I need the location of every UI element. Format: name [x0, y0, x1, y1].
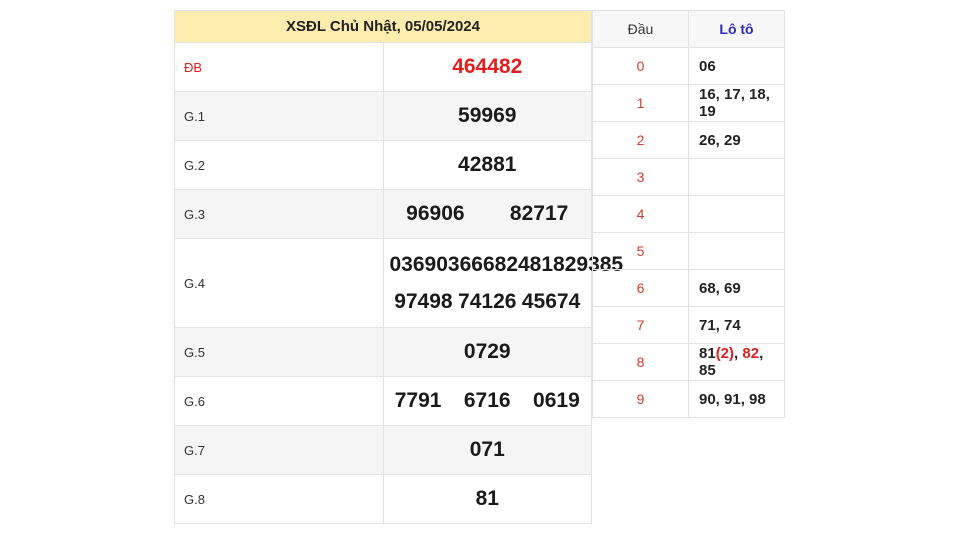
prize-label: G.7 — [174, 425, 384, 475]
prize-row-g7: G.7 071 — [174, 425, 592, 475]
prize-label: G.2 — [174, 140, 384, 190]
loto-header-row: Đầu Lô tô — [592, 10, 785, 48]
prize-label: G.6 — [174, 376, 384, 426]
loto-tails — [688, 195, 785, 233]
prize-number: 97498 — [394, 289, 453, 313]
loto-row: 8 81(2), 82, 85 — [592, 343, 785, 381]
loto-head: 9 — [592, 380, 689, 418]
loto-head: 3 — [592, 158, 689, 196]
prize-number: 03690 — [389, 252, 448, 276]
loto-row: 0 06 — [592, 47, 785, 85]
loto-head: 2 — [592, 121, 689, 159]
prize-number: 7791 — [394, 389, 442, 412]
prize-number: 0619 — [533, 389, 580, 412]
prize-number: 81 — [475, 487, 499, 510]
prize-values: 7791 6716 0619 — [382, 376, 592, 426]
loto-row: 9 90, 91, 98 — [592, 380, 785, 418]
prize-number: 74126 — [458, 289, 517, 313]
loto-tails: 16, 17, 18, 19 — [688, 84, 785, 122]
prize-number: 59969 — [458, 104, 517, 127]
prize-row-g4: G.4 03690 36668 24818 29385 97498 74126 … — [174, 238, 623, 328]
prize-number: 0729 — [463, 340, 511, 363]
prize-number: 42881 — [458, 153, 517, 176]
results-title: XSĐL Chủ Nhật, 05/05/2024 — [174, 10, 592, 43]
loto-head: 8 — [592, 343, 689, 381]
loto-head: 0 — [592, 47, 689, 85]
loto-tails: 68, 69 — [688, 269, 785, 307]
prize-row-g8: G.8 81 — [174, 474, 592, 524]
prize-values: 464482 — [382, 42, 592, 92]
loto-head: 5 — [592, 232, 689, 270]
loto-row: 7 71, 74 — [592, 306, 785, 344]
prize-number: 96906 — [406, 202, 465, 225]
prize-row-g5: G.5 0729 — [174, 327, 592, 377]
loto-table: Đầu Lô tô 0 06 1 16, 17, 18, 19 2 26, 29… — [592, 10, 785, 418]
prize-values: 59969 — [382, 91, 592, 141]
loto-row: 3 — [592, 158, 785, 196]
loto-head: 4 — [592, 195, 689, 233]
loto-tails — [688, 158, 785, 196]
prize-row-g1: G.1 59969 — [174, 91, 592, 141]
prize-label: G.8 — [174, 474, 384, 524]
loto-tails: 26, 29 — [688, 121, 785, 159]
loto-header-loto: Lô tô — [688, 10, 785, 48]
loto-tails: 81(2), 82, 85 — [688, 343, 785, 381]
prize-values: 42881 — [382, 140, 592, 190]
prize-label: G.1 — [174, 91, 384, 141]
prize-row-g6: G.6 7791 6716 0619 — [174, 376, 592, 426]
loto-tails: 90, 91, 98 — [688, 380, 785, 418]
loto-row: 2 26, 29 — [592, 121, 785, 159]
prize-number-special: 464482 — [452, 55, 523, 78]
prize-number: 24818 — [506, 252, 565, 276]
loto-header-dau: Đầu — [592, 10, 689, 48]
loto-row: 5 — [592, 232, 785, 270]
loto-head: 6 — [592, 269, 689, 307]
prize-row-special: ĐB 464482 — [174, 42, 592, 92]
prize-number: 071 — [469, 438, 505, 461]
prize-number: 45674 — [521, 289, 581, 313]
prize-values: 0729 — [382, 327, 592, 377]
prize-values: 81 — [382, 474, 592, 524]
loto-head: 7 — [592, 306, 689, 344]
prize-row-g2: G.2 42881 — [174, 140, 592, 190]
loto-tail-repeat: (2) — [715, 345, 735, 362]
prize-number: 36668 — [447, 252, 507, 276]
results-table: XSĐL Chủ Nhật, 05/05/2024 ĐB 464482 G.1 … — [174, 10, 623, 524]
loto-row: 1 16, 17, 18, 19 — [592, 84, 785, 122]
prize-number: 82717 — [509, 202, 569, 225]
prize-values: 96906 82717 — [382, 189, 592, 239]
loto-tails: 06 — [688, 47, 785, 85]
prize-values: 071 — [382, 425, 592, 475]
prize-label: ĐB — [174, 42, 384, 92]
loto-head: 1 — [592, 84, 689, 122]
prize-label: G.4 — [174, 238, 384, 328]
loto-tails — [688, 232, 785, 270]
prize-row-g3: G.3 96906 82717 — [174, 189, 592, 239]
prize-number: 6716 — [463, 389, 511, 412]
prize-label: G.3 — [174, 189, 384, 239]
loto-tail-special: 82 — [742, 345, 760, 362]
prize-values: 03690 36668 24818 29385 97498 74126 4567… — [382, 238, 623, 328]
prize-label: G.5 — [174, 327, 384, 377]
loto-row: 4 — [592, 195, 785, 233]
loto-tails: 71, 74 — [688, 306, 785, 344]
loto-tail: 81 — [699, 345, 716, 362]
loto-row: 6 68, 69 — [592, 269, 785, 307]
